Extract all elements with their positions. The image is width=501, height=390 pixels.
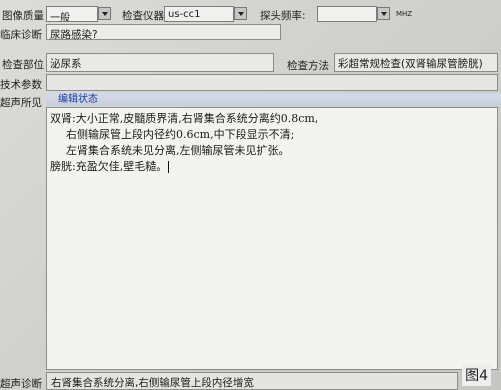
edit-mode-bar: 编辑状态: [46, 93, 501, 106]
clinical-diagnosis-label: 临床诊断: [0, 29, 42, 41]
tech-params-field[interactable]: [46, 74, 498, 91]
exam-method-value: 彩超常规检查(双肾输尿管膀胱): [338, 58, 483, 70]
findings-line: 双肾:大小正常,皮髓质界清,右肾集合系统分离约0.8cm,: [50, 112, 319, 125]
findings-line: 膀胱:充盈欠佳,壁毛糙。: [50, 160, 168, 173]
clinical-diagnosis-value: 尿路感染?: [50, 29, 98, 40]
image-quality-label: 图像质量: [2, 10, 44, 22]
findings-editor[interactable]: 双肾:大小正常,皮髓质界清,右肾集合系统分离约0.8cm, 右侧输尿管上段内径约…: [46, 107, 498, 370]
diagnosis-label: 超声诊断: [0, 378, 42, 390]
instrument-select[interactable]: us-cc1: [164, 6, 234, 22]
diagnosis-field[interactable]: 右肾集合系统分离,右侧输尿管上段内径增宽: [46, 372, 458, 390]
figure-label: 图4: [462, 364, 491, 386]
instrument-value: us-cc1: [168, 9, 201, 20]
instrument-dropdown-icon[interactable]: [234, 7, 247, 20]
instrument-label: 检查仪器: [122, 10, 164, 22]
exam-method-field[interactable]: 彩超常规检查(双肾输尿管膀胱): [334, 53, 498, 72]
findings-line: 左肾集合系统未见分离,左侧输尿管未见扩张。: [66, 144, 290, 157]
exam-site-label: 检查部位: [2, 59, 44, 71]
probe-frequency-dropdown-icon[interactable]: [377, 7, 390, 20]
clinical-diagnosis-field[interactable]: 尿路感染?: [46, 24, 281, 40]
probe-frequency-label: 探头频率:: [260, 10, 306, 22]
text-caret: [168, 161, 170, 173]
image-quality-value: 一般: [50, 13, 70, 22]
findings-label: 超声所见: [0, 97, 42, 109]
probe-frequency-unit: MHZ: [396, 10, 413, 18]
tech-params-label: 技术参数: [0, 79, 42, 91]
exam-method-label: 检查方法: [287, 60, 329, 72]
diagnosis-value: 右肾集合系统分离,右侧输尿管上段内径增宽: [51, 377, 254, 389]
probe-frequency-select[interactable]: [317, 6, 377, 22]
exam-site-field[interactable]: 泌尿系: [46, 53, 274, 72]
findings-line: 右侧输尿管上段内径约0.6cm,中下段显示不清;: [66, 128, 295, 141]
exam-site-value: 泌尿系: [50, 58, 82, 70]
image-quality-select[interactable]: 一般: [46, 6, 98, 22]
image-quality-dropdown-icon[interactable]: [98, 7, 111, 20]
edit-mode-label: 编辑状态: [58, 94, 98, 105]
